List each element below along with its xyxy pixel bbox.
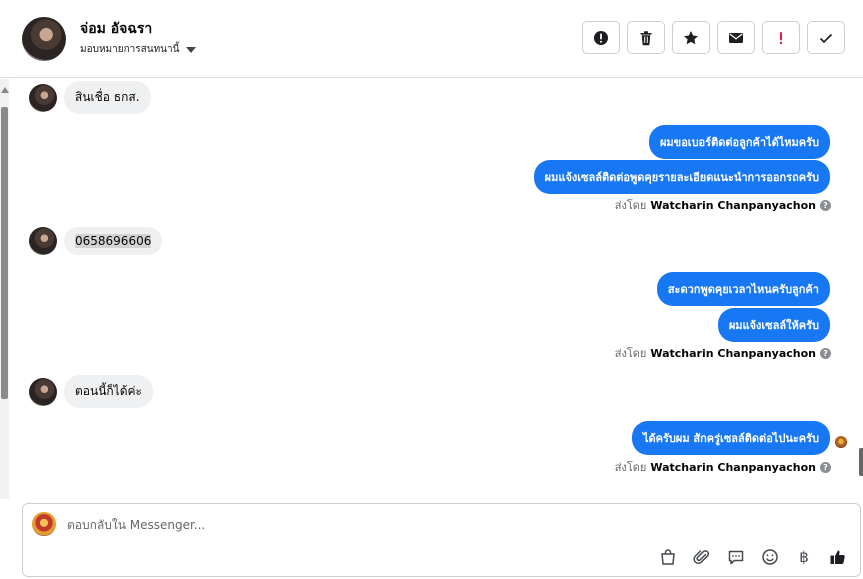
sent-by-agent: Watcharin Chanpanyachon [650,198,816,212]
exclamation-icon [779,31,783,44]
incoming-message-bubble[interactable]: ตอนนี้ก็ได้ค่ะ [64,375,153,408]
sent-by-label: ส่งโดย Watcharin Chanpanyachon ? [615,344,831,362]
sender-avatar[interactable] [29,83,57,112]
reply-input[interactable] [67,516,667,534]
incoming-message-bubble[interactable]: สินเชื่อ ธกส. [64,81,151,114]
emoji-icon[interactable] [760,547,780,567]
check-icon [819,33,833,43]
incoming-message-bubble[interactable]: 0658696606 [64,227,163,255]
sender-avatar[interactable] [29,227,57,255]
sent-by-agent: Watcharin Chanpanyachon [650,346,816,360]
outgoing-message-bubble[interactable]: ผมขอเบอร์ติดต่อลูกค้าได้ไหมครับ [648,125,830,159]
contact-name[interactable]: จ่อม อัจฉรา [80,18,152,40]
baht-payment-icon[interactable]: ฿ [794,547,814,567]
shop-bag-icon[interactable] [658,547,678,567]
sent-by-prefix: ส่งโดย [614,199,647,212]
seen-receipt-avatar [835,436,847,448]
sent-by-label: ส่งโดย Watcharin Chanpanyachon ? [615,196,831,214]
assign-conversation-dropdown[interactable]: มอบหมายการสนทนานี้ [80,42,197,57]
incoming-message-row: 0658696606 [29,227,163,255]
phone-number-text: 0658696606 [75,234,152,248]
conversation-header: จ่อม อัจฉรา มอบหมายการสนทนานี้ [0,0,863,78]
help-icon[interactable]: ? [820,461,831,473]
sent-by-agent: Watcharin Chanpanyachon [650,460,816,474]
sent-by-label: ส่งโดย Watcharin Chanpanyachon ? [615,458,831,476]
assign-label: มอบหมายการสนทนานี้ [80,44,180,55]
caret-down-icon [186,46,197,53]
mark-done-button[interactable] [807,21,845,54]
star-button[interactable] [672,21,710,54]
outgoing-message-bubble[interactable]: ผมแจ้งเซลล์ให้ครับ [717,308,830,342]
saved-replies-icon[interactable] [726,547,746,567]
scrollbar-thumb[interactable] [1,107,8,399]
incoming-message-row: สินเชื่อ ธกส. [29,81,151,114]
contact-avatar[interactable] [22,17,66,61]
mark-important-button[interactable] [762,21,800,54]
side-panel-handle[interactable] [859,448,863,476]
composer-toolbar: ฿ [658,547,848,567]
outgoing-message-bubble[interactable]: ผมแจ้งเซลล์ติดต่อพูดคุยรายละเอียดแนะนำกา… [533,160,830,194]
mark-unread-button[interactable] [717,21,755,54]
thread-scrollbar[interactable] [0,79,9,499]
help-icon[interactable]: ? [820,347,831,359]
conversation-toolbar [582,21,845,54]
thumbs-up-icon[interactable] [828,547,848,567]
help-icon[interactable]: ? [820,199,831,211]
alert-circle-icon [594,30,608,45]
message-thread: สินเชื่อ ธกส. ผมขอเบอร์ติดต่อลูกค้าได้ไห… [12,79,848,499]
sender-avatar[interactable] [29,377,57,406]
delete-button[interactable] [627,21,665,54]
messenger-conversation-view: จ่อม อัจฉรา มอบหมายการสนทนานี้ สินเชื่อ … [0,0,863,579]
scroll-up-arrow-icon[interactable] [1,87,9,93]
mark-spam-button[interactable] [582,21,620,54]
incoming-message-row: ตอนนี้ก็ได้ค่ะ [29,375,153,408]
sent-by-prefix: ส่งโดย [614,347,647,360]
outgoing-message-bubble[interactable]: สะดวกพูดคุยเวลาไหนครับลูกค้า [656,272,830,306]
reply-composer: ฿ [22,503,861,577]
trash-icon [640,30,652,45]
star-icon [684,30,698,44]
page-avatar [32,512,56,536]
attachment-icon[interactable] [692,547,712,567]
envelope-icon [729,32,743,43]
outgoing-message-bubble[interactable]: ได้ครับผม สักครู่เซลล์ติดต่อไปนะครับ [631,421,830,455]
sent-by-prefix: ส่งโดย [614,461,647,474]
